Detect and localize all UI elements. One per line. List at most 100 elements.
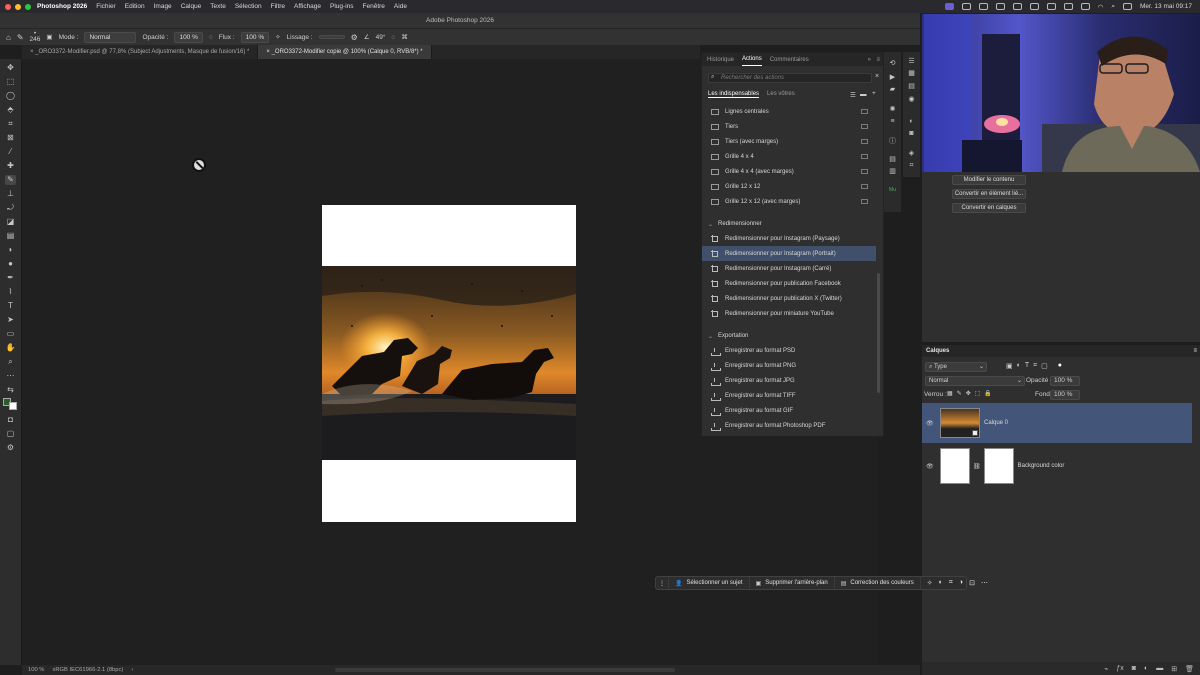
paths-icon[interactable]: ⌗ [907, 162, 916, 170]
tab-actions[interactable]: Actions [742, 54, 762, 66]
control-center-icon[interactable] [1122, 3, 1132, 10]
notes-icon[interactable]: ▥ [888, 168, 897, 176]
library-icon[interactable]: ▤ [888, 156, 897, 164]
smart-object-filter-icon[interactable]: ▢ [1041, 362, 1048, 370]
move-tool-icon[interactable]: ✥ [5, 63, 16, 73]
edit-contents-button[interactable]: Modifier le contenu [952, 175, 1026, 185]
cloud-icon[interactable] [1012, 3, 1022, 10]
zoom-window-button[interactable] [25, 3, 31, 10]
tab-document-1[interactable]: × _ORO3372-Modifier.psd @ 77,8% (Subject… [22, 45, 259, 59]
lock-all-icon[interactable]: 🔒 [984, 390, 991, 397]
mu-plugin-icon[interactable]: Mu [888, 186, 897, 194]
blur-tool-icon[interactable]: ◗ [5, 245, 16, 255]
brush-panel-icon[interactable]: ≡ [888, 118, 897, 126]
dialog-toggle-icon[interactable] [861, 109, 868, 114]
channels-icon[interactable]: ◈ [907, 150, 916, 158]
mask-icon[interactable]: ◑ [959, 579, 963, 587]
lissage-input[interactable] [318, 35, 345, 39]
action-item[interactable]: Redimensionner pour Instagram (Paysage) [702, 231, 876, 246]
swatches-icon[interactable]: ▤ [907, 83, 916, 91]
info-icon[interactable]: ⓘ [888, 138, 897, 146]
object-selection-icon[interactable]: ⬘ [5, 105, 16, 115]
eye-icon[interactable]: 👁 [926, 463, 934, 470]
adjust-icon[interactable]: ✺ [888, 106, 897, 114]
chevron-right-icon[interactable]: › [131, 667, 133, 673]
menu-edition[interactable]: Edition [125, 3, 145, 10]
actions-panel-icon[interactable]: ▶ [888, 74, 897, 82]
path-selection-icon[interactable]: ➤ [5, 315, 16, 325]
action-item[interactable]: Enregistrer au format PSD [702, 343, 876, 358]
more-icon[interactable]: ⋯ [981, 579, 988, 587]
menu-affichage[interactable]: Affichage [294, 3, 321, 10]
camera-icon[interactable] [995, 3, 1005, 10]
remove-background-button[interactable]: ▣ Supprimer l'arrière-plan [750, 577, 835, 589]
menu-fenetre[interactable]: Fenêtre [363, 3, 385, 10]
convert-layers-button[interactable]: Convertir en calques [952, 203, 1026, 213]
comments-panel-icon[interactable]: ▰ [888, 86, 897, 94]
opacity-input[interactable]: 100 % [174, 31, 203, 43]
edit-toolbar-icon[interactable]: ⚙ [5, 443, 16, 453]
screen-mode-icon[interactable]: ▢ [5, 429, 16, 439]
dialog-toggle-icon[interactable] [861, 124, 868, 129]
healing-brush-icon[interactable]: ✚ [5, 161, 16, 171]
background-color-swatch[interactable] [9, 402, 17, 410]
lock-pixels-icon[interactable]: ✎ [957, 390, 962, 397]
menu-filtre[interactable]: Filtre [271, 3, 285, 10]
action-item[interactable]: Tiers (avec marges) [702, 134, 876, 149]
grid-panel-icon[interactable]: ▦ [907, 70, 916, 78]
dialog-toggle-icon[interactable] [861, 184, 868, 189]
app-menu[interactable]: Photoshop 2026 [37, 3, 87, 10]
quick-mask-icon[interactable]: ◘ [5, 415, 16, 425]
pressure-size-icon[interactable]: ◌ [391, 34, 395, 41]
convert-linked-button[interactable]: Convertir en élément lié... [952, 189, 1026, 199]
shape-filter-icon[interactable]: ⌗ [1033, 362, 1037, 370]
clone-stamp-icon[interactable]: ⊥ [5, 189, 16, 199]
hand-tool-icon[interactable]: ✋ [5, 343, 16, 353]
menu-calque[interactable]: Calque [181, 3, 202, 10]
swap-colors-icon[interactable]: ⇆ [5, 385, 16, 395]
search-icon[interactable]: ⌕ [1111, 3, 1115, 11]
horizontal-scrollbar[interactable] [335, 668, 675, 672]
angle-value[interactable]: 49° [376, 34, 386, 41]
eyedropper-icon[interactable]: ⁄ [5, 147, 16, 157]
delete-layer-icon[interactable]: 🗑 [1185, 665, 1194, 673]
more-tools-icon[interactable]: ⋯ [5, 371, 16, 381]
document-canvas[interactable] [322, 205, 576, 522]
menu-selection[interactable]: Sélection [235, 3, 262, 10]
tab-commentaires[interactable]: Commentaires [770, 57, 809, 63]
action-item[interactable]: Enregistrer au format GIF [702, 403, 876, 418]
zoom-tool-icon[interactable]: ⌕ [5, 357, 16, 367]
add-mask-icon[interactable]: ◙ [1132, 665, 1136, 672]
menu-plugins[interactable]: Plug-ins [330, 3, 353, 10]
color-profile[interactable]: sRGB IEC61966-2.1 (8bpc) [52, 667, 123, 673]
action-item[interactable]: Lignes centrales [702, 104, 876, 119]
crop-tool-icon[interactable]: ⌗ [5, 119, 16, 129]
layer-row-calque-0[interactable]: 👁 Calque 0 [922, 403, 1192, 443]
pressure-opacity-icon[interactable]: ◌ [209, 34, 213, 41]
gear-icon[interactable]: ⚙ [351, 33, 358, 42]
eraser-icon[interactable]: ◪ [5, 217, 16, 227]
minimize-window-button[interactable] [15, 3, 21, 10]
adjustment-filter-icon[interactable]: ◐ [1017, 362, 1021, 370]
chevron-down-icon[interactable]: ⌄ [708, 221, 713, 228]
zoom-level[interactable]: 100 % [28, 667, 44, 673]
action-item[interactable]: Grille 12 x 12 (avec marges) [702, 194, 876, 209]
list-icon[interactable]: ☰ [850, 91, 856, 99]
action-item[interactable]: Enregistrer au format Photoshop PDF [702, 418, 876, 433]
set-votres[interactable]: Les vôtres [767, 91, 795, 98]
mask-icon[interactable]: ◙ [907, 130, 916, 138]
pen-tool-icon[interactable]: ✒ [5, 273, 16, 283]
transform-icon[interactable]: ⊡ [969, 579, 975, 587]
lock-transparency-icon[interactable]: ▦ [947, 390, 953, 397]
link-icon[interactable]: ⛓ [973, 463, 981, 470]
new-adjustment-icon[interactable]: ◐ [1144, 665, 1148, 672]
layers-title[interactable]: Calques [926, 348, 949, 354]
blend-mode-select[interactable]: Normal ⌄ [925, 376, 1025, 386]
action-item[interactable]: Redimensionner pour publication X (Twitt… [702, 291, 876, 306]
dodge-tool-icon[interactable]: ● [5, 259, 16, 269]
folder-icon[interactable]: ▬ [860, 91, 867, 98]
lasso-tool-icon[interactable]: ◯ [5, 91, 16, 101]
action-item[interactable]: Redimensionner pour miniature YouTube [702, 306, 876, 321]
layer-filter-select[interactable]: ⌕ Type ⌄ [925, 362, 987, 372]
type-tool-icon[interactable]: T [5, 301, 16, 311]
